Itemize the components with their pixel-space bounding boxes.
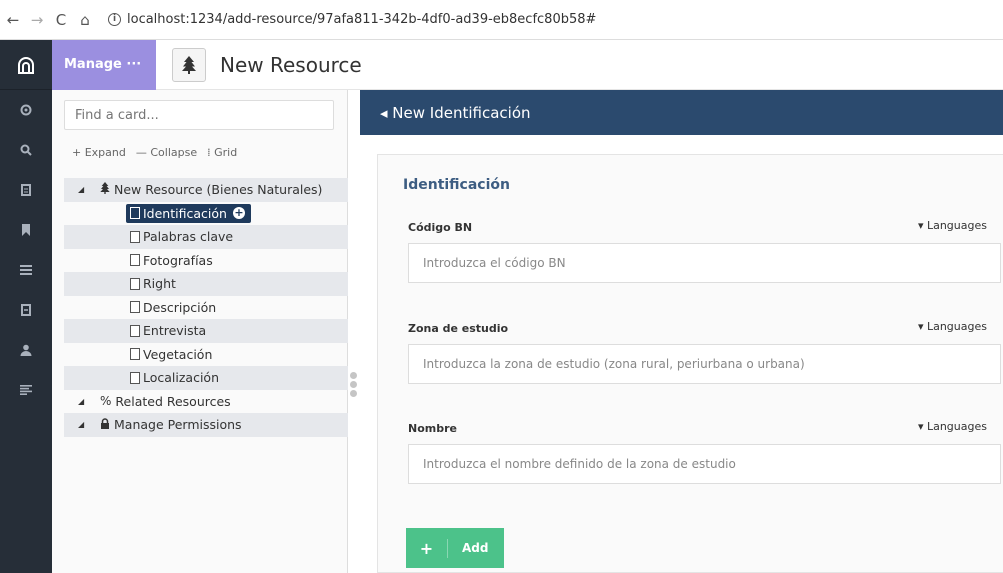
tree-node[interactable]: Localización xyxy=(64,366,348,390)
list-icon[interactable] xyxy=(0,250,52,290)
left-rail xyxy=(0,40,52,573)
page-title: New Resource xyxy=(220,52,362,77)
codigo-bn-input[interactable]: Introduzca el código BN xyxy=(408,243,1001,283)
info-icon: i xyxy=(108,13,121,26)
tree-node[interactable]: Entrevista xyxy=(64,319,348,343)
card-icon[interactable] xyxy=(0,290,52,330)
tree-node-label: Localización xyxy=(143,370,220,386)
resource-header: Manage ··· New Resource xyxy=(52,39,1003,90)
bookmark-icon[interactable] xyxy=(0,210,52,250)
collapse-button[interactable]: — Collapse xyxy=(136,146,197,159)
add-circle-icon[interactable]: + xyxy=(232,207,245,220)
dashboard-icon[interactable] xyxy=(0,90,52,130)
tree-related-node[interactable]: ◢ % Related Resources xyxy=(64,390,348,414)
tree-tools: + Expand — Collapse ⁞ Grid xyxy=(72,146,237,159)
search-icon[interactable] xyxy=(0,130,52,170)
nombre-input[interactable]: Introduzca el nombre definido de la zona… xyxy=(408,444,1001,484)
document-icon xyxy=(130,348,140,361)
caret-down-icon[interactable]: ◢ xyxy=(78,397,90,406)
align-left-icon[interactable] xyxy=(0,370,52,410)
tree-node-label: Fotografías xyxy=(143,252,213,268)
document-icon xyxy=(130,254,140,267)
identificacion-card: Identificación Código BN ▾ Languages Int… xyxy=(377,154,1003,573)
tree-icon xyxy=(100,182,110,197)
url-text: localhost:1234/add-resource/97afa811-342… xyxy=(127,12,597,27)
address-bar[interactable]: i localhost:1234/add-resource/97afa811-3… xyxy=(108,12,596,27)
expand-button[interactable]: + Expand xyxy=(72,146,126,159)
plus-icon: + xyxy=(406,538,448,558)
user-icon[interactable] xyxy=(0,330,52,370)
caret-down-icon[interactable]: ◢ xyxy=(78,420,90,429)
reload-icon[interactable]: C xyxy=(50,11,72,29)
caret-down-icon[interactable]: ◢ xyxy=(78,185,90,194)
document-icon xyxy=(130,277,140,290)
back-to-card-link[interactable]: ◂ New Identificación xyxy=(360,90,1003,135)
tree-node-label: Right xyxy=(143,276,176,292)
add-button[interactable]: + Add xyxy=(406,528,504,568)
document-icon xyxy=(130,371,140,384)
manage-button[interactable]: Manage ··· xyxy=(52,39,156,90)
document-icon xyxy=(130,230,140,243)
home-icon[interactable]: ⌂ xyxy=(74,11,96,29)
tree-node-label: Identificación xyxy=(143,205,227,221)
languages-dropdown[interactable]: ▾ Languages xyxy=(918,320,987,333)
browser-toolbar: ← → C ⌂ i localhost:1234/add-resource/97… xyxy=(0,0,1003,40)
tree-permissions-node[interactable]: ◢ Manage Permissions xyxy=(64,413,348,437)
tree-node-label: Descripción xyxy=(143,299,217,315)
tree-node[interactable]: Right xyxy=(64,272,348,296)
selected-node[interactable]: Identificación + xyxy=(126,203,251,223)
document-icon xyxy=(130,207,140,220)
back-arrow-icon[interactable]: ← xyxy=(2,11,24,29)
tree-node[interactable]: Vegetación xyxy=(64,343,348,367)
tree-node-label: Related Resources xyxy=(115,393,231,409)
resource-icon[interactable] xyxy=(0,170,52,210)
zona-estudio-input[interactable]: Introduzca la zona de estudio (zona rura… xyxy=(408,344,1001,384)
card-tree-panel: + Expand — Collapse ⁞ Grid ◢ New Resourc… xyxy=(52,90,348,573)
link-icon: % xyxy=(100,394,112,409)
arches-logo-icon[interactable] xyxy=(0,40,52,90)
tree-node-label: Vegetación xyxy=(143,346,213,362)
tree-node-label: Manage Permissions xyxy=(114,417,242,433)
tree-node[interactable]: Palabras clave xyxy=(64,225,348,249)
add-label: Add xyxy=(462,541,489,555)
zona-estudio-label: Zona de estudio xyxy=(408,322,509,335)
tree-root-node[interactable]: ◢ New Resource (Bienes Naturales) xyxy=(64,178,348,202)
find-card-input[interactable] xyxy=(64,100,334,130)
tree-node-label: Entrevista xyxy=(143,323,207,339)
document-icon xyxy=(130,324,140,337)
card-title: Identificación xyxy=(403,177,510,193)
lock-icon xyxy=(100,418,110,432)
nombre-label: Nombre xyxy=(408,422,457,435)
document-icon xyxy=(130,301,140,314)
tree-node[interactable]: Fotografías xyxy=(64,249,348,273)
card-tree: ◢ New Resource (Bienes Naturales) Identi… xyxy=(64,178,348,437)
codigo-bn-label: Código BN xyxy=(408,221,473,234)
languages-dropdown[interactable]: ▾ Languages xyxy=(918,420,987,433)
form-area: ◂ New Identificación Identificación Códi… xyxy=(360,90,1003,573)
panel-splitter-handle[interactable] xyxy=(350,372,358,397)
grid-button[interactable]: ⁞ Grid xyxy=(207,146,237,159)
tree-node[interactable]: Descripción xyxy=(64,296,348,320)
tree-node-label: Palabras clave xyxy=(143,229,234,245)
tree-node-identificacion[interactable]: Identificación + xyxy=(64,202,348,226)
tree-root-label: New Resource (Bienes Naturales) xyxy=(114,182,323,198)
languages-dropdown[interactable]: ▾ Languages xyxy=(918,219,987,232)
tree-icon xyxy=(172,47,206,82)
forward-arrow-icon[interactable]: → xyxy=(26,11,48,29)
